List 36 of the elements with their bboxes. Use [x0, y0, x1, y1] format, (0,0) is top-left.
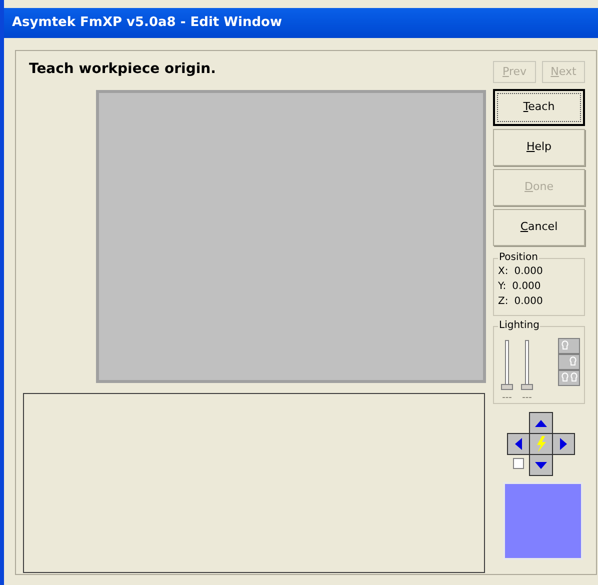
slider-reading: --- [522, 392, 532, 404]
jog-home-button[interactable] [529, 433, 553, 455]
lamp-button[interactable] [558, 370, 580, 386]
slider-reading: --- [502, 392, 512, 404]
lightning-icon [535, 436, 547, 452]
jog-right-button[interactable] [552, 433, 575, 455]
instruction-text: Teach workpiece origin. [29, 60, 216, 79]
bulb-icon [561, 340, 569, 352]
group-title: Position [498, 252, 539, 264]
right-arrow-icon [560, 438, 567, 450]
checkbox[interactable] [513, 458, 524, 469]
axis-value: 0.000 [512, 280, 541, 294]
action-button[interactable]: Teach [493, 89, 585, 126]
jog-down-button[interactable] [529, 454, 553, 476]
bulbs-icon [560, 372, 578, 384]
up-arrow-icon [535, 420, 547, 426]
axis-label: Y: [498, 280, 506, 294]
bulb-icon [569, 356, 577, 368]
slider-track[interactable] [500, 340, 514, 390]
axis-label: Z: [498, 295, 508, 309]
axis-value: 0.000 [514, 295, 543, 309]
slider-thumb[interactable] [521, 384, 533, 390]
lamp-button[interactable] [558, 354, 580, 370]
axis-value: 0.000 [514, 265, 543, 279]
jog-up-button[interactable] [529, 412, 553, 434]
slider-thumb[interactable] [501, 384, 513, 390]
lamp-button[interactable] [558, 338, 580, 354]
action-button[interactable]: Help [493, 129, 585, 166]
action-button[interactable]: Cancel [493, 209, 585, 246]
axis-label: X: [498, 265, 508, 279]
jog-left-button[interactable] [507, 433, 530, 455]
group-title: Lighting [498, 320, 540, 332]
window-title: Asymtek FmXP v5.0a8 - Edit Window [12, 14, 282, 32]
left-arrow-icon [515, 438, 522, 450]
slider-track[interactable] [520, 340, 534, 390]
down-arrow-icon [535, 462, 547, 468]
